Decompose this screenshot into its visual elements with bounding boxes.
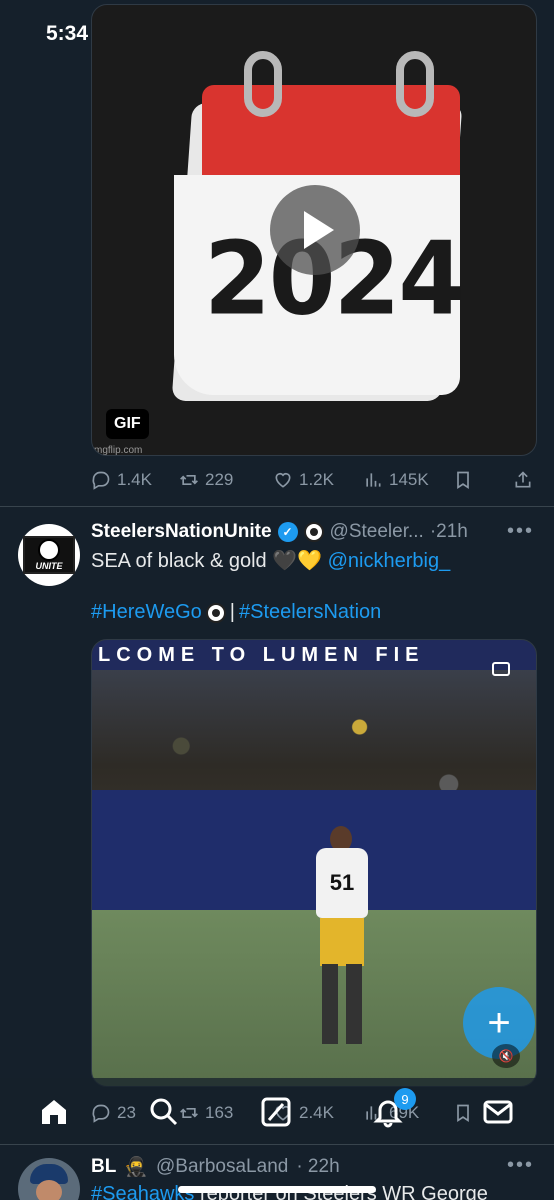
verified-icon: ✓ (277, 522, 298, 542)
steelers-logo-icon (303, 522, 324, 542)
share-icon (513, 470, 533, 490)
play-icon[interactable] (270, 185, 360, 275)
gif-source: mgflip.com (94, 445, 143, 456)
tweet-text: SEA of black & gold 🖤💛 @nickherbig_ (91, 550, 451, 572)
hashtag-steelersnation[interactable]: #SteelersNation (239, 601, 381, 624)
gif-media[interactable]: 2024 GIF mgflip.com (91, 4, 537, 456)
heart-icon (273, 470, 293, 490)
bookmark-button[interactable] (453, 1103, 473, 1123)
stadium-banner: LCOME TO LUMEN FIE (92, 640, 536, 670)
status-time: 5:34 (46, 22, 89, 45)
retweet-icon (179, 470, 199, 490)
display-name[interactable]: SteelersNationUnite (91, 521, 272, 543)
display-name[interactable]: BL (91, 1156, 116, 1178)
separator: | (229, 601, 235, 623)
jersey-number: 51 (316, 848, 368, 918)
retweet-icon (179, 1103, 199, 1123)
avatar[interactable] (18, 1158, 80, 1200)
reply-button[interactable]: 1.4K (91, 470, 152, 490)
mention-link[interactable]: @nickherbig_ (328, 550, 451, 572)
views-icon (363, 470, 383, 490)
captions-icon[interactable] (492, 662, 510, 676)
tweet-header: BL 🥷 @BarbosaLand · 22h (91, 1155, 340, 1179)
notification-badge: 9 (394, 1088, 416, 1110)
bookmark-icon (453, 1103, 473, 1123)
hashtag-line: #HereWeGo | #SteelersNation (91, 601, 381, 624)
like-count: 1.2K (299, 470, 334, 489)
retweet-count: 229 (205, 470, 234, 489)
search-icon[interactable] (148, 1096, 180, 1128)
share-button[interactable] (513, 470, 533, 490)
timestamp: ·21h (429, 521, 468, 542)
tweet-header: SteelersNationUnite ✓ @Steeler... ·21h (91, 521, 468, 543)
ninja-emoji-icon: 🥷 (124, 1157, 148, 1178)
hashtag-herewego[interactable]: #HereWeGo (91, 601, 202, 624)
reply-count: 23 (117, 1103, 136, 1122)
timestamp: · 22h (296, 1156, 340, 1177)
bookmark-icon (453, 470, 473, 490)
reply-icon (91, 1103, 111, 1123)
retweet-button[interactable]: 229 (179, 470, 233, 490)
messages-icon[interactable] (482, 1096, 514, 1128)
handle[interactable]: @Steeler... (330, 521, 424, 543)
grok-icon[interactable] (260, 1096, 292, 1128)
handle[interactable]: @BarbosaLand (156, 1156, 288, 1178)
views-button[interactable]: 145K (363, 470, 429, 490)
more-options-icon[interactable]: ••• (507, 520, 534, 543)
reply-icon (91, 470, 111, 490)
like-count: 2.4K (299, 1103, 334, 1122)
avatar[interactable]: UNITE (18, 524, 80, 586)
views-count: 145K (389, 470, 429, 489)
home-indicator[interactable] (178, 1186, 376, 1193)
home-icon[interactable] (38, 1096, 70, 1128)
more-options-icon[interactable]: ••• (507, 1154, 534, 1177)
tweet-divider (0, 1144, 554, 1145)
player-figure: 51 (304, 818, 376, 1048)
like-button[interactable]: 1.2K (273, 470, 334, 490)
retweet-count: 163 (205, 1103, 234, 1122)
reply-button[interactable]: 23 (91, 1103, 136, 1123)
heart-emoji: 🖤💛 (272, 550, 323, 572)
tweet-divider (0, 506, 554, 507)
mute-icon[interactable]: 🔇 (492, 1044, 520, 1068)
bookmark-button[interactable] (453, 470, 473, 490)
steelers-logo-icon (205, 602, 226, 623)
reply-count: 1.4K (117, 470, 152, 489)
retweet-button[interactable]: 163 (179, 1103, 233, 1123)
gif-badge: GIF (106, 409, 149, 439)
